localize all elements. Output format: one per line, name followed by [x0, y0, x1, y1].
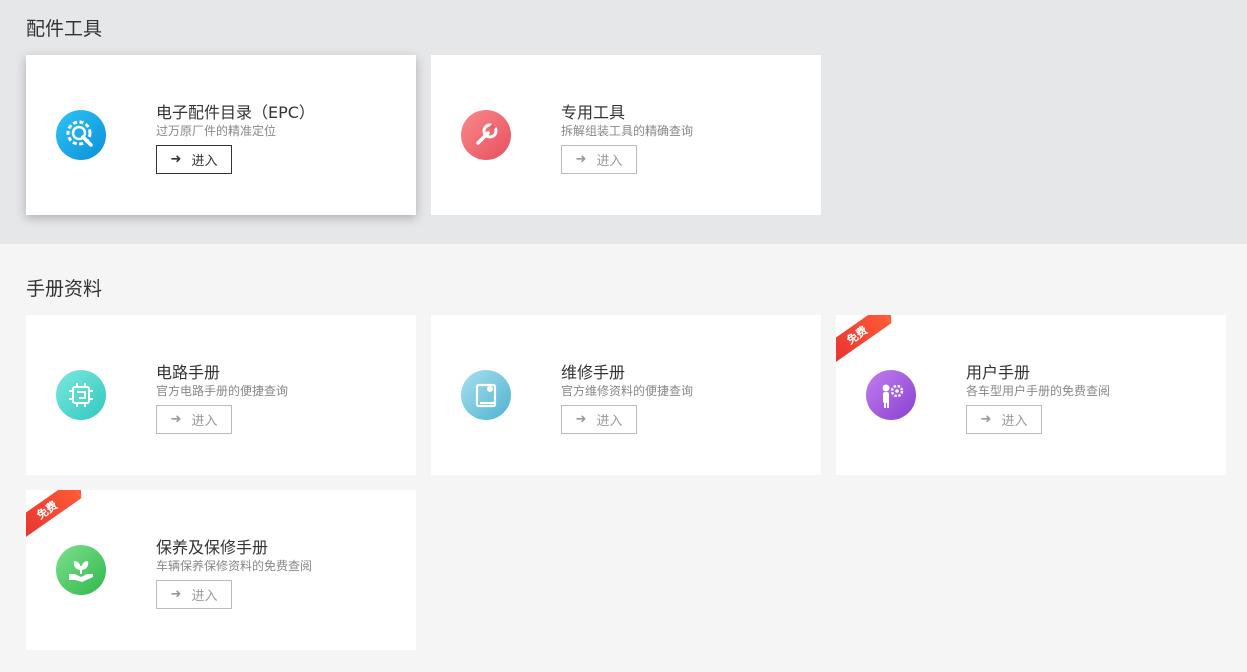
arrow-right-icon: ➜ [170, 587, 182, 602]
card-description: 拆解组装工具的精确查询 [561, 124, 694, 138]
circuit-icon [56, 370, 106, 420]
card-repair-manual[interactable]: 维修手册 官方维修资料的便捷查询 ➜ 进入 [431, 315, 821, 475]
arrow-right-icon: ➜ [575, 152, 587, 167]
card-user-manual[interactable]: 免费 用户手册 各车型用户手册的免费查阅 ➜ 进入 [836, 315, 1226, 475]
manual-book-icon [461, 370, 511, 420]
arrow-right-icon: ➜ [980, 412, 992, 427]
wrench-icon [461, 110, 511, 160]
arrow-right-icon: ➜ [575, 412, 587, 427]
section-title-parts-tools: 配件工具 [26, 18, 103, 40]
enter-button-special-tools[interactable]: ➜ 进入 [561, 145, 637, 174]
card-epc[interactable]: 电子配件目录（EPC） 过万原厂件的精准定位 ➜ 进入 [26, 55, 416, 215]
card-description: 官方电路手册的便捷查询 [156, 384, 289, 398]
card-special-tools[interactable]: 专用工具 拆解组装工具的精确查询 ➜ 进入 [431, 55, 821, 215]
enter-label: 进入 [596, 414, 623, 429]
enter-button-epc[interactable]: ➜ 进入 [156, 145, 232, 174]
card-title: 维修手册 [561, 363, 626, 382]
card-description: 过万原厂件的精准定位 [156, 124, 277, 138]
enter-button-circuit-manual[interactable]: ➜ 进入 [156, 405, 232, 434]
gear-search-icon [56, 110, 106, 160]
arrow-right-icon: ➜ [170, 152, 182, 167]
arrow-right-icon: ➜ [170, 412, 182, 427]
card-title: 保养及保修手册 [156, 538, 269, 557]
enter-button-user-manual[interactable]: ➜ 进入 [966, 405, 1042, 434]
free-badge: 免费 [836, 315, 892, 364]
card-circuit-manual[interactable]: 电路手册 官方电路手册的便捷查询 ➜ 进入 [26, 315, 416, 475]
enter-button-repair-manual[interactable]: ➜ 进入 [561, 405, 637, 434]
card-title: 用户手册 [966, 363, 1031, 382]
enter-label: 进入 [596, 154, 623, 169]
card-title: 电路手册 [156, 363, 221, 382]
enter-label: 进入 [191, 589, 218, 604]
card-maintenance-manual[interactable]: 免费 保养及保修手册 车辆保养保修资料的免费查阅 ➜ 进入 [26, 490, 416, 650]
user-gear-icon [866, 370, 916, 420]
enter-label: 进入 [191, 154, 218, 169]
card-description: 各车型用户手册的免费查阅 [966, 384, 1111, 398]
free-badge: 免费 [26, 490, 82, 539]
enter-label: 进入 [191, 414, 218, 429]
card-description: 车辆保养保修资料的免费查阅 [156, 559, 313, 573]
enter-button-maintenance-manual[interactable]: ➜ 进入 [156, 580, 232, 609]
card-description: 官方维修资料的便捷查询 [561, 384, 694, 398]
section-title-manuals: 手册资料 [26, 278, 103, 300]
card-title: 电子配件目录（EPC） [156, 103, 315, 122]
hand-leaf-icon [56, 545, 106, 595]
enter-label: 进入 [1001, 414, 1028, 429]
card-title: 专用工具 [561, 103, 626, 122]
